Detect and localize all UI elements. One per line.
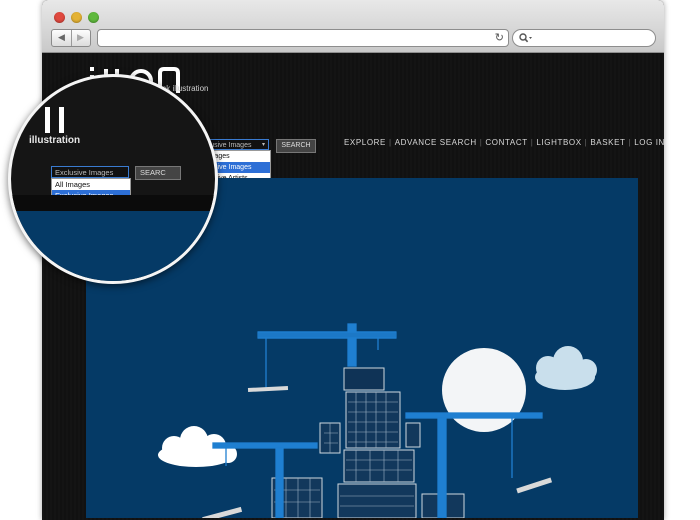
- browser-search-field[interactable]: [512, 29, 656, 47]
- nav-separator: |: [628, 138, 632, 147]
- magnified-view: illustration Exclusive Images All Images…: [11, 77, 215, 281]
- nav-explore[interactable]: EXPLORE: [344, 138, 386, 147]
- nav-separator: |: [389, 138, 392, 147]
- close-window-button[interactable]: [54, 12, 65, 23]
- nav-contact[interactable]: CONTACT: [485, 138, 527, 147]
- zoom-magnifier: illustration Exclusive Images All Images…: [8, 74, 218, 284]
- nav-login[interactable]: LOG IN: [634, 138, 664, 147]
- magnified-tagline: illustration: [29, 135, 81, 146]
- nav-separator: |: [530, 138, 534, 147]
- nav-advance-search[interactable]: ADVANCE SEARCH: [395, 138, 477, 147]
- search-button[interactable]: SEARCH: [276, 139, 316, 153]
- search-icon: [519, 33, 532, 43]
- history-nav-buttons: ◀ ▶: [51, 29, 91, 47]
- main-nav: EXPLORE | ADVANCE SEARCH | CONTACT | LIGHTBOX |…: [344, 138, 664, 147]
- nav-separator: |: [479, 138, 483, 147]
- magnified-dark-strip: [11, 195, 215, 211]
- nav-basket[interactable]: BASKET: [590, 138, 625, 147]
- crane-load-3: [202, 506, 243, 520]
- crane-load-2: [516, 477, 553, 494]
- cloud-right: [535, 346, 597, 390]
- nav-lightbox[interactable]: LIGHTBOX: [536, 138, 581, 147]
- sun-disc: [442, 348, 526, 432]
- reload-icon[interactable]: ↻: [495, 30, 504, 46]
- zoom-window-button[interactable]: [88, 12, 99, 23]
- back-arrow-icon[interactable]: ◀: [52, 30, 72, 46]
- nav-separator: |: [584, 138, 588, 147]
- browser-toolbar: ◀ ▶ ↻: [42, 0, 664, 53]
- magnified-search-button: SEARC: [135, 166, 181, 180]
- magnified-filter-select: Exclusive Images: [51, 166, 129, 178]
- crane-load-1: [247, 385, 289, 393]
- magnified-option-all-images: All Images: [55, 180, 91, 189]
- forward-arrow-icon[interactable]: ▶: [71, 30, 90, 46]
- minimize-window-button[interactable]: [71, 12, 82, 23]
- magnified-hero: [11, 211, 215, 281]
- logo-fragment-icon: [45, 107, 64, 133]
- address-bar[interactable]: ↻: [97, 29, 509, 47]
